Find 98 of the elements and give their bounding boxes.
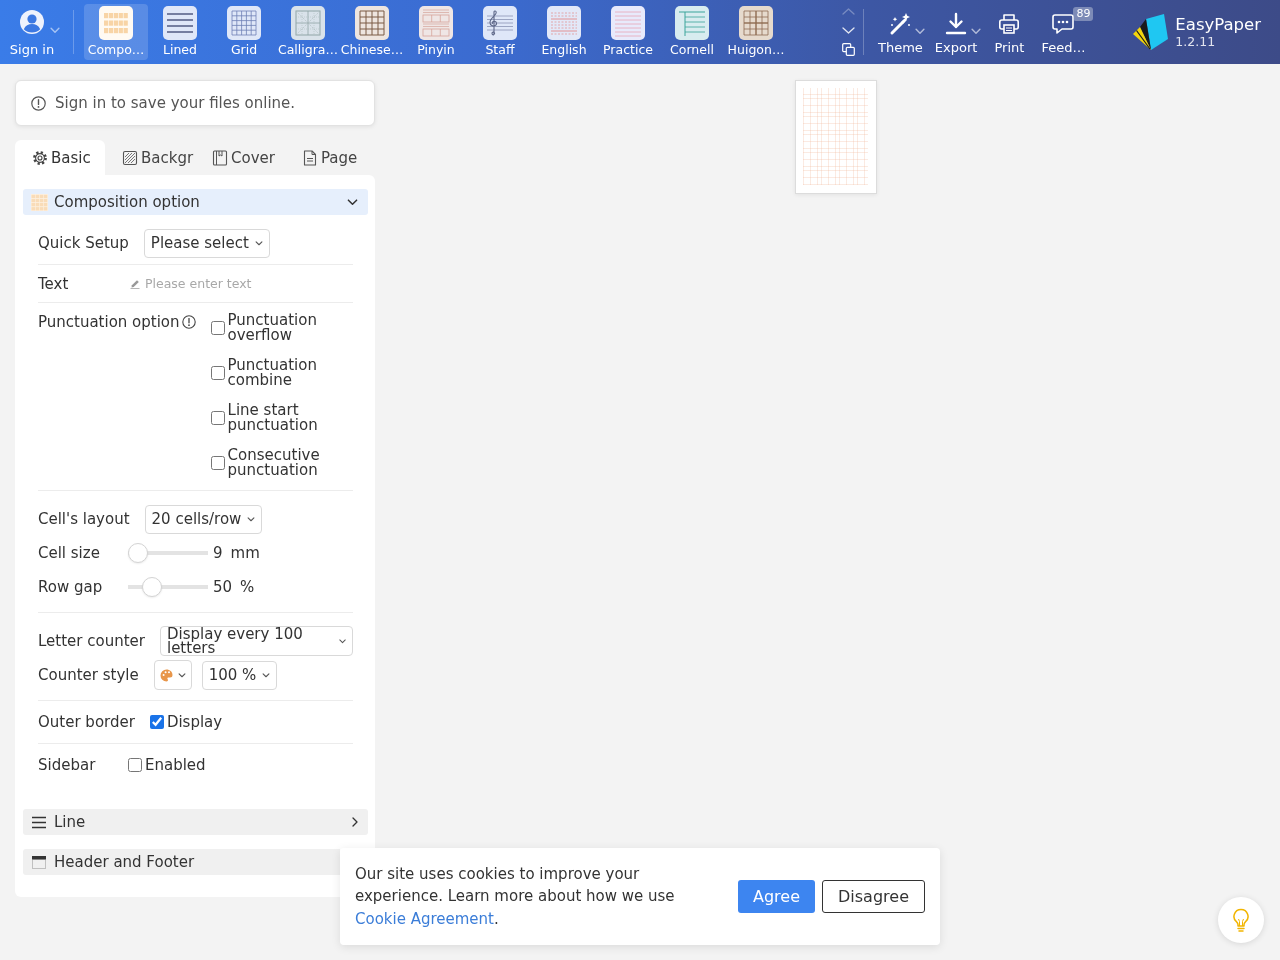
checkbox-label: Enabled (145, 756, 206, 774)
field-label: Text (38, 274, 70, 293)
brand-name: EasyPaper (1175, 15, 1261, 35)
chevron-right-icon (352, 817, 358, 827)
dropdown[interactable]: 100 % (201, 660, 278, 690)
download-icon (944, 12, 969, 36)
slider-thumb[interactable] (128, 543, 148, 563)
slider-value: 9 (213, 544, 223, 562)
tab[interactable]: Backgr (105, 140, 195, 175)
paper-type-button[interactable]: Calligra… (276, 4, 340, 60)
lined-paper-icon (611, 6, 645, 40)
paper-type-button[interactable]: Lined (148, 4, 212, 60)
unit-label: % (240, 578, 255, 596)
notification-badge: 89 (1073, 7, 1094, 21)
checkbox[interactable] (128, 758, 142, 772)
grid-paper-icon (739, 6, 773, 40)
field-label: Punctuation option (38, 313, 180, 331)
pencil-icon (130, 278, 140, 289)
chevron-down-icon (177, 672, 186, 678)
paper-type-button[interactable]: Staff (468, 4, 532, 60)
user-avatar-icon (20, 10, 44, 34)
checkbox[interactable] (210, 366, 225, 380)
copy-icon[interactable] (841, 43, 855, 56)
chevron-down-icon (338, 638, 346, 644)
field-label: Letter counter (38, 632, 145, 650)
paper-type-button[interactable]: Practice (596, 4, 660, 60)
document-icon (302, 149, 318, 166)
print-button[interactable]: Print (987, 4, 1032, 60)
checkbox-label: Line start punctuation (227, 403, 319, 433)
margin-lined-paper-icon (675, 6, 709, 40)
checkbox[interactable] (149, 715, 164, 729)
decline-button[interactable]: Disagree (822, 880, 925, 913)
cookie-message: Our site uses cookies to improve your experience. Learn more about how we use Cookie Agreement. (355, 863, 676, 930)
grid-swatch-icon (31, 193, 48, 211)
grid-paper-icon (227, 6, 261, 40)
checkbox[interactable] (210, 411, 225, 425)
field-label: Cell size (38, 544, 101, 562)
paper-type-button[interactable]: English (532, 4, 596, 60)
field-label: Cell's layout (38, 510, 130, 528)
tab[interactable]: Basic (15, 140, 105, 175)
box-grid-paper-icon (99, 6, 133, 40)
gear-icon (32, 149, 48, 166)
hatched-square-icon (122, 149, 138, 166)
accordion-header[interactable]: Composition option (23, 189, 368, 215)
notebook-icon (212, 149, 228, 166)
diagonal-grid-paper-icon (291, 6, 325, 40)
grid-paper-icon (355, 6, 389, 40)
accept-button[interactable]: Agree (738, 880, 815, 913)
info-icon (31, 95, 46, 111)
tab[interactable]: Cover (195, 140, 285, 175)
checkbox-label: Display (166, 713, 223, 731)
text-input[interactable]: Please enter text (145, 273, 295, 294)
checkbox[interactable] (210, 321, 225, 335)
theme-button[interactable]: Theme (876, 4, 925, 60)
field-label: Quick Setup (38, 234, 129, 252)
export-button[interactable]: Export (932, 4, 980, 60)
sign-in-button[interactable]: Sign in (0, 4, 64, 60)
checkbox-label: Punctuation combine (227, 358, 318, 388)
lightbulb-icon (1232, 908, 1250, 932)
music-staff-icon (483, 6, 517, 40)
accordion-header[interactable]: Header and Footer (23, 849, 340, 875)
checkbox[interactable] (210, 456, 225, 470)
lined-grid-paper-icon (419, 6, 453, 40)
field-label: Sidebar (38, 756, 97, 774)
checkbox-label: Punctuation overflow (227, 313, 318, 343)
field-label: Counter style (38, 666, 139, 684)
dashed-lines-paper-icon (547, 6, 581, 40)
chat-bubble-icon (1051, 12, 1076, 36)
notice-text: Sign in to save your files online. (55, 94, 296, 112)
dropdown[interactable]: Display every 100 letters (159, 626, 353, 656)
color-picker-button[interactable] (153, 660, 192, 690)
accordion-header[interactable]: Line (23, 809, 368, 835)
cookie-agreement-link[interactable]: Cookie Agreement (355, 909, 494, 928)
chevron-down-icon (247, 516, 256, 522)
paper-type-button[interactable]: Huigon… (724, 4, 788, 60)
tab[interactable]: Page (285, 140, 375, 175)
unit-label: mm (230, 544, 260, 562)
header-layout-icon (31, 853, 48, 871)
dropdown[interactable]: Please select (143, 228, 270, 258)
chevron-down-icon (254, 240, 263, 246)
field-label: Row gap (38, 578, 104, 596)
field-label: Outer border (38, 713, 135, 731)
slider-value: 50 (213, 578, 233, 596)
paper-type-button[interactable]: Pinyin (404, 4, 468, 60)
paper-type-button[interactable]: Chinese… (340, 4, 404, 60)
chevron-down-icon (262, 672, 271, 678)
version-label: 1.2.11 (1175, 35, 1217, 49)
magic-wand-icon (888, 12, 913, 36)
checkbox-label: Consecutive punctuation (227, 448, 321, 478)
printer-icon (997, 12, 1022, 36)
lined-paper-icon (163, 6, 197, 40)
chevron-down-icon[interactable] (841, 27, 855, 34)
slider-thumb[interactable] (141, 577, 162, 597)
paper-type-button[interactable]: Cornell (660, 4, 724, 60)
chevron-down-icon (347, 198, 358, 206)
dropdown[interactable]: 20 cells/row (144, 504, 263, 534)
app-logo (1131, 13, 1170, 51)
paper-type-button[interactable]: Grid (212, 4, 276, 60)
